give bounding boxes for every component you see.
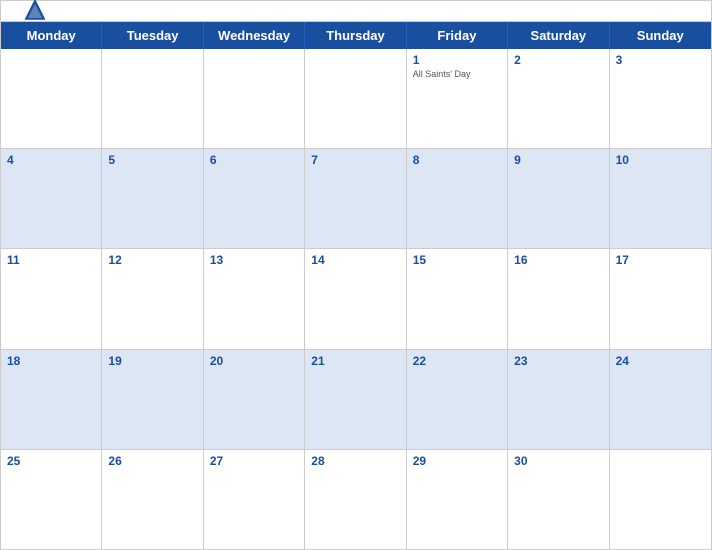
day-number: 16 (514, 253, 602, 267)
day-cell (1, 49, 102, 148)
day-number: 2 (514, 53, 602, 67)
day-number: 8 (413, 153, 501, 167)
day-cell: 3 (610, 49, 711, 148)
day-number: 12 (108, 253, 196, 267)
day-header-saturday: Saturday (508, 22, 609, 49)
day-cell: 2 (508, 49, 609, 148)
day-number: 29 (413, 454, 501, 468)
day-cell: 22 (407, 350, 508, 449)
day-number: 18 (7, 354, 95, 368)
day-cell: 12 (102, 249, 203, 348)
week-row-4: 18 19 20 21 22 23 24 (1, 350, 711, 450)
day-cell: 23 (508, 350, 609, 449)
day-cell: 13 (204, 249, 305, 348)
day-number: 15 (413, 253, 501, 267)
day-cell: 6 (204, 149, 305, 248)
day-cell (102, 49, 203, 148)
week-row-2: 456789 10 (1, 149, 711, 249)
day-number: 7 (311, 153, 399, 167)
day-number: 19 (108, 354, 196, 368)
day-cell (610, 450, 711, 549)
day-cell: 10 (610, 149, 711, 248)
day-number: 27 (210, 454, 298, 468)
day-number: 20 (210, 354, 298, 368)
logo-icon (21, 0, 49, 25)
day-cell: 24 (610, 350, 711, 449)
day-number: 17 (616, 253, 705, 267)
calendar-header (1, 1, 711, 21)
day-number: 25 (7, 454, 95, 468)
day-cell: 29 (407, 450, 508, 549)
day-cell: 9 (508, 149, 609, 248)
day-cell: 18 (1, 350, 102, 449)
day-cell: 4 (1, 149, 102, 248)
day-header-monday: Monday (1, 22, 102, 49)
weeks-container: 1 All Saints' Day 23 456789 10 11 12 13 14 15 16 17… (1, 49, 711, 549)
day-cell: 26 (102, 450, 203, 549)
day-cell: 20 (204, 350, 305, 449)
day-cell: 5 (102, 149, 203, 248)
week-row-5: 25 26 27 28 29 30 (1, 450, 711, 549)
calendar-container: MondayTuesdayWednesdayThursdayFridaySatu… (0, 0, 712, 550)
day-number: 30 (514, 454, 602, 468)
day-cell: 21 (305, 350, 406, 449)
day-cell: 7 (305, 149, 406, 248)
day-number: 10 (616, 153, 705, 167)
day-cell: 28 (305, 450, 406, 549)
day-number: 9 (514, 153, 602, 167)
week-row-3: 11 12 13 14 15 16 17 (1, 249, 711, 349)
day-number: 14 (311, 253, 399, 267)
day-header-tuesday: Tuesday (102, 22, 203, 49)
calendar-grid: MondayTuesdayWednesdayThursdayFridaySatu… (1, 21, 711, 549)
day-header-sunday: Sunday (610, 22, 711, 49)
day-cell: 11 (1, 249, 102, 348)
day-number: 26 (108, 454, 196, 468)
day-header-thursday: Thursday (305, 22, 406, 49)
day-number: 3 (616, 53, 705, 67)
logo (21, 0, 53, 25)
day-cell: 16 (508, 249, 609, 348)
day-number: 4 (7, 153, 95, 167)
day-cell: 17 (610, 249, 711, 348)
day-number: 22 (413, 354, 501, 368)
day-cell: 25 (1, 450, 102, 549)
day-header-friday: Friday (407, 22, 508, 49)
day-cell: 30 (508, 450, 609, 549)
day-number: 1 (413, 53, 501, 67)
day-cell (204, 49, 305, 148)
event-label: All Saints' Day (413, 69, 501, 79)
day-number: 23 (514, 354, 602, 368)
day-cell: 1 All Saints' Day (407, 49, 508, 148)
week-row-1: 1 All Saints' Day 23 (1, 49, 711, 149)
day-number: 24 (616, 354, 705, 368)
day-cell: 19 (102, 350, 203, 449)
day-number: 13 (210, 253, 298, 267)
day-number: 6 (210, 153, 298, 167)
day-cell: 15 (407, 249, 508, 348)
day-cell: 14 (305, 249, 406, 348)
day-number: 11 (7, 253, 95, 267)
day-headers-row: MondayTuesdayWednesdayThursdayFridaySatu… (1, 22, 711, 49)
day-cell (305, 49, 406, 148)
day-cell: 8 (407, 149, 508, 248)
day-number: 21 (311, 354, 399, 368)
day-number: 5 (108, 153, 196, 167)
day-number: 28 (311, 454, 399, 468)
day-cell: 27 (204, 450, 305, 549)
day-header-wednesday: Wednesday (204, 22, 305, 49)
